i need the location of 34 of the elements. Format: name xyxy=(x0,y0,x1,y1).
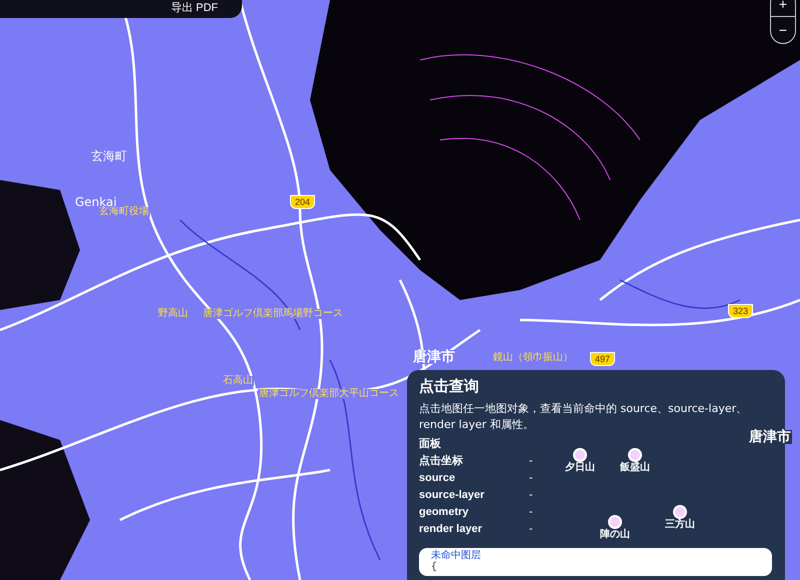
field-label: source-layer xyxy=(419,488,486,502)
field-value: - xyxy=(529,470,533,485)
field-label: source xyxy=(419,470,456,485)
field-label: render layer xyxy=(419,522,483,536)
peak-label: 陣の山 xyxy=(600,529,630,542)
panel-title: 点击查询 xyxy=(419,378,480,397)
panel-description: 点击地图任一地图对象，查看当前命中的 source、source-layer、render layer 和属性。 xyxy=(419,400,748,433)
map-label: 石高山 xyxy=(222,376,254,386)
field-value: - xyxy=(529,504,533,519)
export-pdf-button[interactable]: 导出 PDF xyxy=(170,3,218,14)
map-label: 玄海町 xyxy=(90,150,128,162)
map-label: Genkai xyxy=(74,196,118,208)
peak-label: 飯盛山 xyxy=(620,462,650,474)
map-label: 玄海町役場 xyxy=(98,207,150,217)
map-label: 唐津市 xyxy=(748,430,792,444)
map-label: 野高山 xyxy=(157,309,189,319)
field-value: - xyxy=(529,522,533,536)
route-shield: 323 xyxy=(728,304,754,318)
zoom-in-button[interactable]: + xyxy=(771,0,795,17)
zoom-out-button[interactable]: − xyxy=(771,17,795,43)
field-label: 点击坐标 xyxy=(419,454,464,468)
peak-label: 夕日山 xyxy=(565,462,595,474)
field-value: - xyxy=(529,454,533,468)
map-label: 唐津市 xyxy=(412,350,456,364)
peak-label: 三方山 xyxy=(665,519,695,532)
section-heading: 面板 xyxy=(419,436,442,451)
result-json: { xyxy=(431,562,438,574)
result-status: 未命中图层 xyxy=(431,550,482,562)
field-value: - xyxy=(529,488,533,502)
field-label: geometry xyxy=(419,504,470,519)
map-label: 唐津ゴルフ倶楽部馬場野コース xyxy=(202,309,344,319)
map-label: 唐津ゴルフ倶楽部大平山コース xyxy=(258,389,400,399)
route-shield: 497 xyxy=(590,352,616,366)
route-shield: 204 xyxy=(290,195,316,209)
